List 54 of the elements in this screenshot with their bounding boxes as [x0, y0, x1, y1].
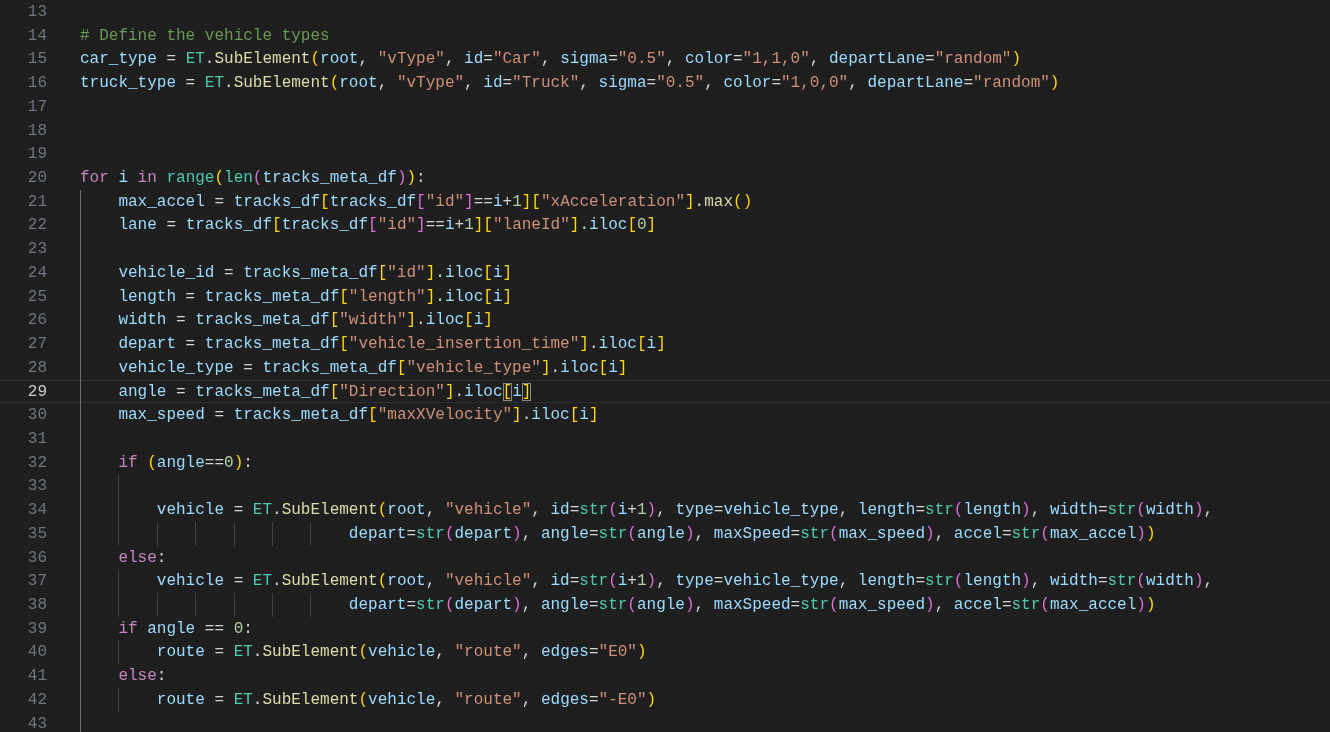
- code-line: else:: [117, 548, 167, 567]
- line-number: 22: [26, 215, 47, 237]
- line-number: 21: [26, 191, 47, 213]
- line-number: 32: [26, 452, 47, 474]
- line-number: 27: [26, 334, 47, 355]
- line-number: 42: [26, 689, 47, 711]
- line-number: 31: [26, 428, 47, 450]
- code-line: vehicle_type = tracks_meta_df["vehicle_type"].iloc[i]: [117, 358, 628, 377]
- line-number: 33: [26, 476, 47, 498]
- code-line: else:: [117, 667, 167, 686]
- code-comment: # Define the vehicle types: [80, 26, 330, 45]
- line-number: 37: [26, 571, 47, 592]
- code-line: vehicle_id = tracks_meta_df["id"].iloc[i]: [117, 263, 513, 282]
- code-line: vehicle = ET.SubElement(root, "vehicle", id=str(i+1), type=vehicle_type, length=str(length), width=str(width),: [155, 572, 1214, 591]
- line-number: 35: [26, 523, 47, 545]
- line-number: 40: [26, 642, 47, 664]
- code-line: width = tracks_meta_df["width"].iloc[i]: [117, 311, 493, 330]
- line-number: 13: [26, 2, 47, 23]
- line-number: 16: [26, 73, 47, 94]
- line-number: 34: [26, 500, 47, 521]
- line-number: 24: [26, 262, 47, 284]
- line-number: 15: [26, 49, 47, 71]
- code-line: length = tracks_meta_df["length"].iloc[i]: [117, 287, 513, 306]
- line-number: 36: [26, 547, 47, 569]
- code-line: if (angle==0):: [117, 453, 253, 472]
- code-line: depart=str(depart), angle=str(angle), maxSpeed=str(max_speed), accel=str(max_accel)): [347, 595, 1156, 614]
- code-line: depart=str(depart), angle=str(angle), maxSpeed=str(max_speed), accel=str(max_accel)): [347, 524, 1156, 543]
- line-number: 39: [26, 618, 47, 640]
- line-number: 26: [26, 310, 47, 332]
- line-number: 30: [26, 405, 47, 426]
- code-line: route = ET.SubElement(vehicle, "route", edges="-E0"): [155, 690, 657, 709]
- code-line: truck_type = ET.SubElement(root, "vType", id="Truck", sigma="0.5", color="1,0,0", departLane="random"): [80, 74, 1060, 93]
- line-number: 28: [26, 357, 47, 379]
- line-number: 19: [26, 144, 47, 166]
- code-line: max_speed = tracks_meta_df["maxXVelocity"].iloc[i]: [117, 406, 599, 425]
- line-number: 38: [26, 594, 47, 616]
- code-line: lane = tracks_df[tracks_df["id"]==i+1]["laneId"].iloc[0]: [117, 216, 657, 235]
- line-number: 25: [26, 286, 47, 308]
- line-number: 14: [26, 25, 47, 47]
- line-number: 17: [26, 96, 47, 118]
- line-number: 18: [26, 120, 47, 142]
- code-line: depart = tracks_meta_df["vehicle_insertion_time"].iloc[i]: [117, 335, 666, 354]
- line-number: 41: [26, 666, 47, 687]
- line-number: 20: [26, 168, 47, 189]
- line-number: 43: [26, 713, 47, 732]
- line-number: 23: [26, 239, 47, 260]
- code-line: route = ET.SubElement(vehicle, "route", edges="E0"): [155, 643, 647, 662]
- line-number: 29: [26, 381, 47, 403]
- code-line: car_type = ET.SubElement(root, "vType", id="Car", sigma="0.5", color="1,1,0", departLane="random"): [80, 50, 1022, 69]
- code-line: for i in range(len(tracks_meta_df)):: [80, 169, 426, 188]
- code-line: vehicle = ET.SubElement(root, "vehicle", id=str(i+1), type=vehicle_type, length=str(length), width=str(width),: [155, 501, 1214, 520]
- code-line: if angle == 0:: [117, 619, 253, 638]
- code-line: angle = tracks_meta_df["Direction"].iloc[i]: [117, 382, 532, 401]
- code-line: max_accel = tracks_df[tracks_df["id"]==i+1]["xAcceleration"].max(): [117, 192, 753, 211]
